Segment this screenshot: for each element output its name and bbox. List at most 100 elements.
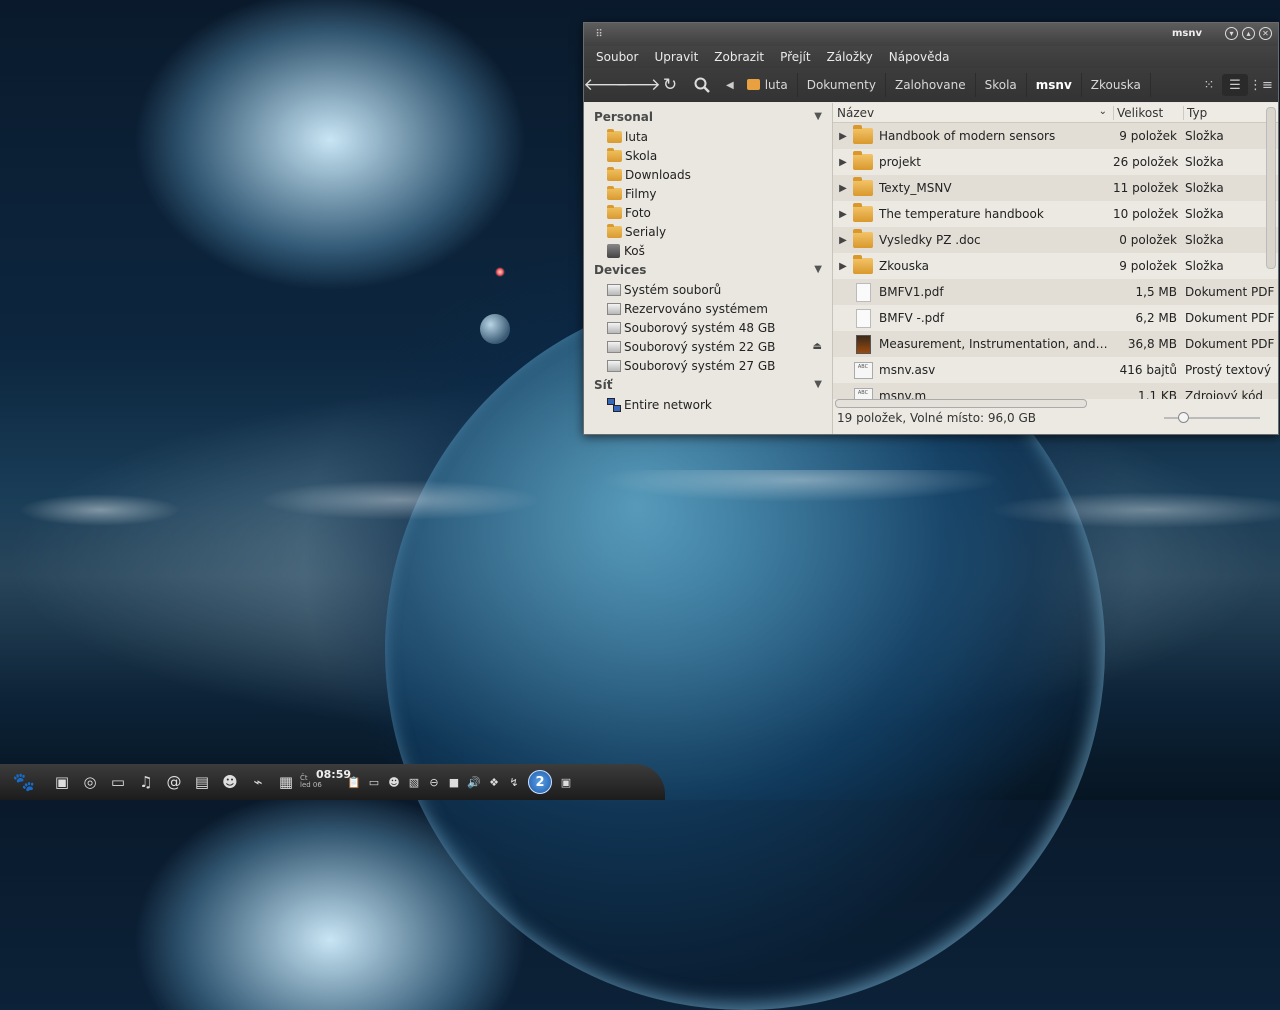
media-launcher[interactable]: ♫ [132,768,160,796]
sidebar-item-entire-network[interactable]: Entire network [584,395,832,414]
menu-zalozky[interactable]: Záložky [819,50,881,64]
crumb-skola[interactable]: Skola [976,73,1027,97]
screenshot-tray[interactable]: ■ [444,769,464,795]
workspace-switcher[interactable]: 2 [528,770,552,794]
forward-button[interactable]: 🡒 [615,71,661,99]
expand-icon[interactable]: ▶ [833,157,853,168]
section-devices[interactable]: Devices ▼ [584,260,832,280]
file-list-pane: Název ⌄ Velikost Typ ▶ Handbook of modern … [833,103,1278,434]
home-icon [746,79,760,90]
crumb-dokumenty[interactable]: Dokumenty [798,73,886,97]
collapse-icon[interactable]: ▼ [814,264,822,275]
expand-icon[interactable]: ▶ [833,183,853,194]
column-type[interactable]: Typ [1183,105,1278,120]
menu-napoveda[interactable]: Nápověda [881,50,958,64]
drive-icon [607,321,621,334]
no-entry-tray[interactable]: ⊖ [424,769,444,795]
menu-upravit[interactable]: Upravit [646,50,706,64]
file-row[interactable]: BMFV -.pdf 6,2 MB Dokument PDF [833,305,1278,331]
app-launcher-button[interactable]: 🐾 [0,772,48,793]
window-list-tray[interactable]: ▣ [556,769,576,795]
sidebar-item-kos[interactable]: Koš [584,241,832,260]
column-size[interactable]: Velikost [1113,105,1183,120]
home-folder-icon [607,128,622,143]
compact-view-button[interactable]: ⋮≡ [1248,74,1274,96]
horizontal-scrollbar[interactable] [835,399,1087,408]
update-tray[interactable]: ↯ [504,769,524,795]
crumb-luta[interactable]: luta [738,73,798,97]
sidebar-item-foto[interactable]: Foto [584,203,832,222]
file-row[interactable]: ▶ Handbook of modern sensors 9 položek Slož… [833,123,1278,149]
display-tray[interactable]: ▧ [404,769,424,795]
icon-view-button[interactable]: ⁙ [1196,74,1222,96]
sidebar-item-fs-27[interactable]: Souborový systém 27 GB [584,356,832,375]
volume-tray[interactable]: 🔊 [464,769,484,795]
vertical-scrollbar[interactable] [1266,107,1276,269]
sidebar-item-rezervovano[interactable]: Rezervováno systémem [584,299,832,318]
window-menu-icon[interactable]: ⠿ [584,29,614,40]
file-name: projekt [879,155,921,169]
expand-icon[interactable]: ▶ [833,235,853,246]
collapse-icon[interactable]: ▼ [814,111,822,122]
zoom-slider-knob[interactable] [1178,412,1189,423]
expand-icon[interactable]: ▶ [833,131,853,142]
sidebar-item-skola[interactable]: Skola [584,146,832,165]
section-personal[interactable]: Personal ▼ [584,107,832,127]
sidebar-item-serialy[interactable]: Serialy [584,222,832,241]
file-row[interactable]: Measurement, Instrumentation, and ... 36,… [833,331,1278,357]
expand-icon[interactable]: ▶ [833,209,853,220]
eject-icon[interactable]: ⏏ [813,341,822,352]
minimize-button[interactable]: ▾ [1225,27,1238,40]
window-icon: ▣ [560,775,572,789]
expand-icon[interactable]: ▶ [833,261,853,272]
list-view-button[interactable]: ☰ [1222,74,1248,96]
mail-launcher[interactable]: @ [160,768,188,796]
menu-zobrazit[interactable]: Zobrazit [706,50,772,64]
collapse-icon[interactable]: ▼ [814,379,822,390]
file-row[interactable]: ▶ Texty_MSNV 11 položek Složka [833,175,1278,201]
search-button[interactable] [688,71,716,99]
file-icon-wrap: ABC [853,360,873,380]
crumb-zkouska[interactable]: Zkouska [1082,73,1151,97]
desktop-icon: ▣ [54,773,70,791]
file-row[interactable]: BMFV1.pdf 1,5 MB Dokument PDF [833,279,1278,305]
close-button[interactable]: ✕ [1259,27,1272,40]
document-launcher[interactable]: ▤ [188,768,216,796]
browser-launcher[interactable]: ◎ [76,768,104,796]
show-desktop-button[interactable]: ▣ [48,768,76,796]
file-type: Dokument PDF [1185,337,1275,351]
maximize-button[interactable]: ▴ [1242,27,1255,40]
tux-tray[interactable]: ☻ [384,769,404,795]
sidebar-item-label: Koš [624,243,645,258]
menu-soubor[interactable]: Soubor [588,50,646,64]
usb-launcher[interactable]: ⌁ [244,768,272,796]
file-row[interactable]: ▶ Zkouska 9 položek Složka [833,253,1278,279]
file-row[interactable]: ▶ Vysledky PZ .doc 0 položek Složka [833,227,1278,253]
reload-button[interactable]: ↻ [656,71,684,99]
crumb-scroll-left-icon[interactable]: ◀ [726,80,734,91]
section-network[interactable]: Síť ▼ [584,375,832,395]
sidebar-item-downloads[interactable]: Downloads [584,165,832,184]
column-name[interactable]: Název ⌄ [833,106,1113,120]
sidebar-item-fs-22[interactable]: Souborový systém 22 GB ⏏ [584,337,832,356]
display-icon: ▧ [408,775,420,789]
crumb-zalohovane[interactable]: Zalohovane [886,73,976,97]
file-row[interactable]: ABC msnv.asv 416 bajtů Prostý textový [833,357,1278,383]
dropbox-tray[interactable]: ❖ [484,769,504,795]
terminal-launcher[interactable]: ▭ [104,768,132,796]
sidebar-item-filmy[interactable]: Filmy [584,184,832,203]
window-titlebar[interactable]: ⠿ msnv ▾ ▴ ✕ [584,23,1278,46]
file-row[interactable]: ▶ projekt 26 položek Složka [833,149,1278,175]
battery-tray[interactable]: ▭ [364,769,384,795]
crumb-msnv[interactable]: msnv [1027,73,1082,97]
sidebar-item-fs-48[interactable]: Souborový systém 48 GB [584,318,832,337]
sidebar-item-luta[interactable]: luta [584,127,832,146]
sidebar-item-system-souboru[interactable]: Systém souborů [584,280,832,299]
tux-launcher[interactable]: ☻ [216,768,244,796]
calculator-launcher[interactable]: ▦ [272,768,300,796]
file-row[interactable]: ABC msnv.m 1,1 KB Zdrojový kód [833,383,1278,399]
file-row[interactable]: ▶ The temperature handbook 10 položek Složk… [833,201,1278,227]
clock[interactable]: Čt led 06 08:59 [300,767,351,797]
zoom-slider[interactable] [1164,412,1260,423]
menu-prejit[interactable]: Přejít [772,50,818,64]
